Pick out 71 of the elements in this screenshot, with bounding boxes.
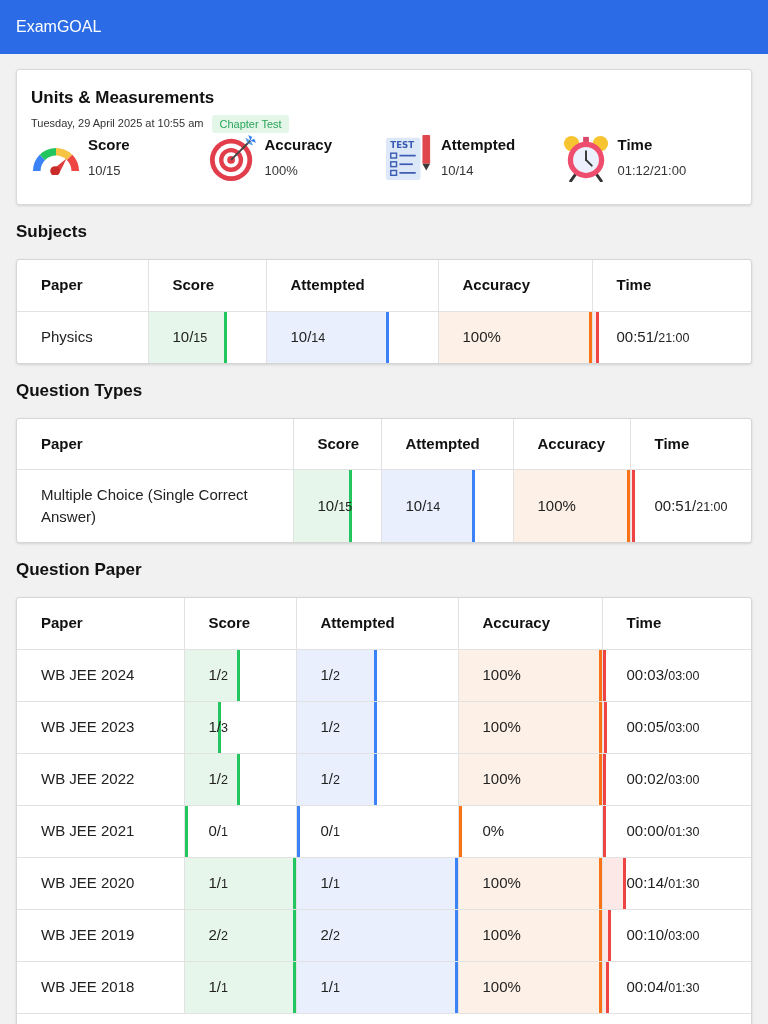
stat-label: Attempted: [441, 135, 516, 155]
attempted-value: 10/14: [290, 327, 326, 345]
accuracy-value: 100%: [462, 328, 501, 345]
test-type-tag: Chapter Test: [212, 114, 289, 133]
column-header: Paper: [17, 598, 184, 649]
time-value: 00:10/03:00: [626, 925, 700, 943]
stat-label: Time: [617, 135, 654, 155]
column-header: Accuracy: [438, 260, 592, 311]
stat-label: Score: [88, 135, 130, 155]
score-value: 1/2: [208, 665, 228, 683]
accuracy-value: 100%: [482, 926, 521, 943]
time-value: 00:51/21:00: [616, 327, 690, 345]
stat-value: 10/15: [88, 162, 122, 180]
time-value: 00:05/03:00: [626, 717, 700, 735]
score-value: 10/15: [172, 327, 208, 345]
paper-name: WB JEE 2019: [41, 926, 135, 943]
accuracy-value: 0%: [482, 822, 505, 839]
attempted-value: 10/14: [405, 496, 441, 514]
paper-name: Multiple Choice (Single Correct Answer): [41, 486, 248, 525]
attempted-value: 1/2: [320, 717, 340, 735]
section-title: Question Types: [16, 379, 143, 402]
paper-name: WB JEE 2022: [41, 770, 135, 787]
test-title: Units & Measurements: [31, 87, 216, 109]
accuracy-value: 100%: [482, 666, 521, 683]
accuracy-value: 100%: [482, 770, 521, 787]
attempted-value: 1/2: [320, 665, 340, 683]
test-date: Tuesday, 29 April 2025 at 10:55 am: [31, 116, 204, 132]
time-value: 00:02/03:00: [626, 769, 700, 787]
paper-name: Physics: [41, 328, 93, 345]
attempted-value: 2/2: [320, 925, 340, 943]
column-header: Paper: [17, 260, 148, 311]
score-value: 0/1: [208, 821, 228, 839]
time-value: 00:14/01:30: [626, 873, 700, 891]
time-value: 00:00/01:30: [626, 821, 700, 839]
time-value: 00:03/03:00: [626, 665, 700, 683]
accuracy-value: 100%: [482, 874, 521, 891]
section-title: Subjects: [16, 221, 87, 244]
section-title: Question Paper: [16, 559, 142, 582]
column-header: Score: [293, 418, 381, 470]
column-header: Attempted: [266, 260, 438, 311]
stat-value: 10/14: [441, 162, 475, 180]
attempted-value: 1/1: [320, 977, 340, 995]
column-header: Score: [148, 260, 266, 311]
accuracy-value: 100%: [482, 718, 521, 735]
attempted-value: 1/2: [320, 769, 340, 787]
paper-name: WB JEE 2021: [41, 822, 135, 839]
stat-label: Accuracy: [264, 135, 333, 155]
time-value: 00:04/01:30: [626, 977, 700, 995]
score-value: 1/1: [208, 873, 228, 891]
score-value: 1/1: [208, 977, 228, 995]
score-value: 1/2: [208, 769, 228, 787]
paper-name: WB JEE 2024: [41, 666, 135, 683]
paper-name: WB JEE 2018: [41, 978, 135, 995]
target-icon: [207, 134, 258, 182]
accuracy-value: 100%: [482, 978, 521, 995]
stat-value: 100%: [264, 162, 299, 180]
accuracy-value: 100%: [537, 497, 576, 514]
column-header: Score: [184, 598, 296, 649]
column-header: Paper: [17, 418, 293, 470]
column-header: Accuracy: [458, 598, 602, 649]
attempted-value: 0/1: [320, 821, 340, 839]
paper-name: WB JEE 2020: [41, 874, 135, 891]
attempted-value: 1/1: [320, 873, 340, 891]
time-value: 00:51/21:00: [654, 496, 728, 514]
stat-value: 01:12/21:00: [617, 162, 687, 180]
column-header: Attempted: [381, 418, 513, 470]
app-title[interactable]: ExamGOAL: [16, 15, 102, 39]
column-header: Attempted: [296, 598, 458, 649]
paper-name: WB JEE 2023: [41, 718, 135, 735]
score-value: 2/2: [208, 925, 228, 943]
column-header: Accuracy: [513, 418, 630, 470]
